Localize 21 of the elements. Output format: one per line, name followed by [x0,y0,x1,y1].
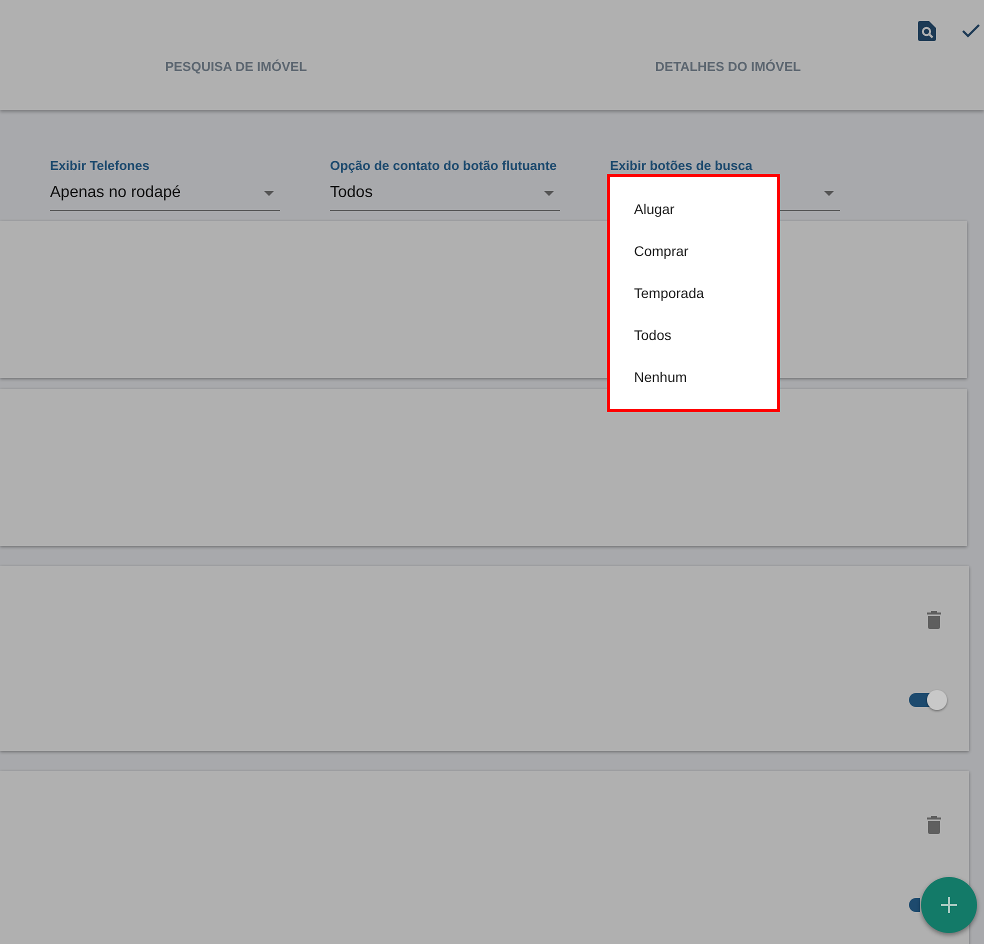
field-label: Exibir botões de busca [610,158,754,175]
field-value: Apenas no rodapé [50,184,181,202]
trash-icon[interactable] [927,816,941,834]
select-field[interactable]: Exibir Telefones Apenas no rodapé [50,158,280,211]
menu-item[interactable]: Todos [610,314,777,356]
plus-icon [940,896,958,914]
menu-item[interactable]: Alugar [610,188,777,230]
field-label: Exibir Telefones [50,158,150,175]
toggle-switch[interactable] [907,690,947,710]
menu-item[interactable]: Nenhum [610,356,777,398]
field-value: Todos [330,184,373,202]
search-icon[interactable] [916,20,938,42]
menu-item[interactable]: Temporada [610,272,777,314]
caret-icon [824,190,834,196]
toggle-switch[interactable] [907,895,920,915]
field-label: Opção de contato do botão flutuante [330,158,558,175]
select-field[interactable]: Opção de contato do botão flutuante Todos [330,158,560,211]
menu-item[interactable]: Comprar [610,230,777,272]
trash-icon[interactable] [927,611,941,629]
caret-icon [264,190,274,196]
caret-icon [544,190,554,196]
